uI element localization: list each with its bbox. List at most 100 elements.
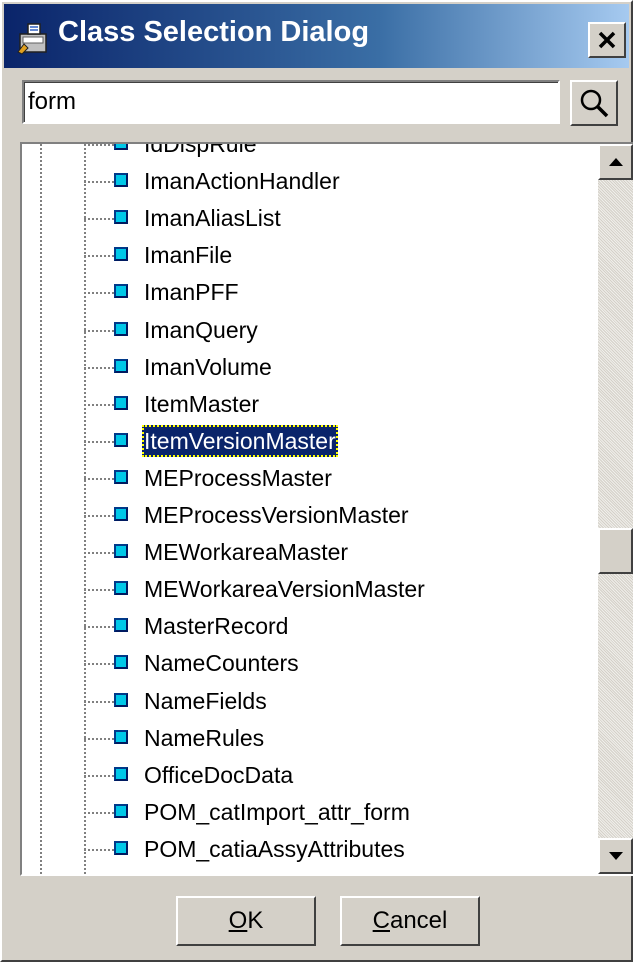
tree-item-label[interactable]: MasterRecord: [142, 610, 290, 642]
class-node-icon: [114, 173, 128, 188]
tree-item-label[interactable]: ImanFile: [142, 239, 234, 271]
class-node-icon: [114, 803, 128, 818]
class-tree-list[interactable]: IdDispRule ImanActionHandler ImanAliasList…: [22, 144, 598, 874]
scroll-thumb[interactable]: [598, 528, 633, 574]
app-icon: [17, 23, 47, 55]
class-node-icon: [114, 581, 128, 596]
class-tree[interactable]: IdDispRule ImanActionHandler ImanAliasList…: [20, 142, 633, 876]
close-icon: [598, 31, 616, 49]
tree-connector: [84, 848, 114, 851]
search-row: [4, 68, 629, 140]
tree-item-label[interactable]: NameCounters: [142, 647, 301, 679]
tree-item-label[interactable]: POM_catiaModelAttributes: [142, 870, 420, 874]
tree-connector: [84, 700, 114, 703]
window-title: Class Selection Dialog: [58, 16, 370, 48]
class-node-icon: [114, 144, 128, 150]
search-input[interactable]: [22, 80, 560, 124]
scroll-up-button[interactable]: [598, 144, 633, 180]
tree-item[interactable]: ImanPFF: [22, 274, 598, 311]
tree-item-label[interactable]: NameFields: [142, 685, 269, 717]
class-node-icon: [114, 395, 128, 410]
tree-item[interactable]: NameRules: [22, 720, 598, 757]
tree-item[interactable]: MEWorkareaMaster: [22, 534, 598, 571]
tree-connector: [84, 626, 114, 629]
tree-item[interactable]: POM_catiaAssyAttributes: [22, 831, 598, 868]
tree-item-label[interactable]: MEProcessMaster: [142, 462, 334, 494]
tree-item-label[interactable]: ItemVersionMaster: [142, 424, 338, 457]
class-node-icon: [114, 358, 128, 373]
tree-connector: [84, 811, 114, 814]
class-node-icon: [114, 729, 128, 744]
tree-item[interactable]: ItemVersionMaster: [22, 423, 598, 460]
tree-item-label[interactable]: NameRules: [142, 722, 266, 754]
tree-connector: [84, 552, 114, 555]
search-button[interactable]: [570, 80, 618, 126]
cancel-button[interactable]: Cancel: [340, 896, 480, 946]
tree-item-label[interactable]: OfficeDocData: [142, 759, 295, 791]
class-node-icon: [114, 692, 128, 707]
tree-connector: [84, 774, 114, 777]
class-node-icon: [114, 432, 128, 447]
class-node-icon: [114, 766, 128, 781]
class-node-icon: [114, 507, 128, 521]
tree-item[interactable]: MEWorkareaVersionMaster: [22, 571, 598, 608]
tree-item-label[interactable]: ImanAliasList: [142, 202, 283, 234]
class-node-icon: [114, 284, 128, 299]
tree-connector: [84, 181, 114, 184]
tree-connector: [84, 403, 114, 406]
vertical-scrollbar[interactable]: [598, 144, 633, 874]
scroll-down-button[interactable]: [598, 838, 633, 874]
cancel-label: ancel: [389, 907, 448, 934]
class-node-icon: [114, 840, 128, 855]
tree-item-label[interactable]: POM_catiaAssyAttributes: [142, 833, 407, 865]
class-node-icon: [114, 321, 128, 336]
tree-item-label[interactable]: ItemMaster: [142, 388, 261, 420]
title-bar[interactable]: Class Selection Dialog: [4, 4, 629, 68]
tree-item[interactable]: NameFields: [22, 683, 598, 720]
tree-item-label[interactable]: MEProcessVersionMaster: [142, 499, 411, 531]
tree-connector: [84, 477, 114, 480]
tree-item[interactable]: MEProcessVersionMaster: [22, 497, 598, 534]
tree-item[interactable]: ImanVolume: [22, 349, 598, 386]
tree-item-label[interactable]: ImanPFF: [142, 276, 241, 308]
tree-connector: [84, 589, 114, 592]
tree-item-label[interactable]: ImanActionHandler: [142, 165, 342, 197]
tree-item[interactable]: NameCounters: [22, 645, 598, 682]
tree-connector: [84, 366, 114, 369]
tree-connector: [84, 737, 114, 740]
tree-item[interactable]: IdDispRule: [22, 144, 598, 163]
tree-item-label[interactable]: IdDispRule: [142, 144, 259, 160]
tree-item[interactable]: ImanQuery: [22, 312, 598, 349]
tree-item[interactable]: MEProcessMaster: [22, 460, 598, 497]
triangle-down-icon: [608, 852, 623, 860]
magnifier-icon: [580, 89, 609, 118]
triangle-up-icon: [608, 158, 623, 166]
tree-item[interactable]: MasterRecord: [22, 608, 598, 645]
tree-item-label[interactable]: MEWorkareaMaster: [142, 536, 350, 568]
tree-connector: [84, 218, 114, 221]
tree-item[interactable]: OfficeDocData: [22, 757, 598, 794]
tree-item-label[interactable]: POM_catImport_attr_form: [142, 796, 412, 828]
class-node-icon: [114, 469, 128, 484]
tree-item[interactable]: ImanAliasList: [22, 200, 598, 237]
tree-item[interactable]: ImanFile: [22, 237, 598, 274]
close-button[interactable]: [588, 22, 626, 58]
tree-item[interactable]: POM_catImport_attr_form: [22, 794, 598, 831]
tree-connector: [84, 144, 114, 146]
tree-connector: [84, 440, 114, 443]
tree-connector: [84, 292, 114, 295]
ok-mnemonic: O: [228, 907, 248, 934]
tree-item-label[interactable]: MEWorkareaVersionMaster: [142, 573, 427, 605]
class-node-icon: [114, 655, 128, 670]
tree-item-label[interactable]: ImanQuery: [142, 314, 260, 346]
class-node-icon: [114, 618, 128, 633]
tree-item-label[interactable]: ImanVolume: [142, 351, 274, 383]
tree-connector: [84, 515, 114, 517]
tree-connector: [84, 663, 114, 666]
tree-item[interactable]: ImanActionHandler: [22, 163, 598, 200]
ok-button[interactable]: OK: [176, 896, 316, 946]
ok-label: K: [247, 907, 264, 934]
class-node-icon: [114, 210, 128, 225]
tree-item[interactable]: POM_catiaModelAttributes: [22, 868, 598, 874]
tree-item[interactable]: ItemMaster: [22, 386, 598, 423]
